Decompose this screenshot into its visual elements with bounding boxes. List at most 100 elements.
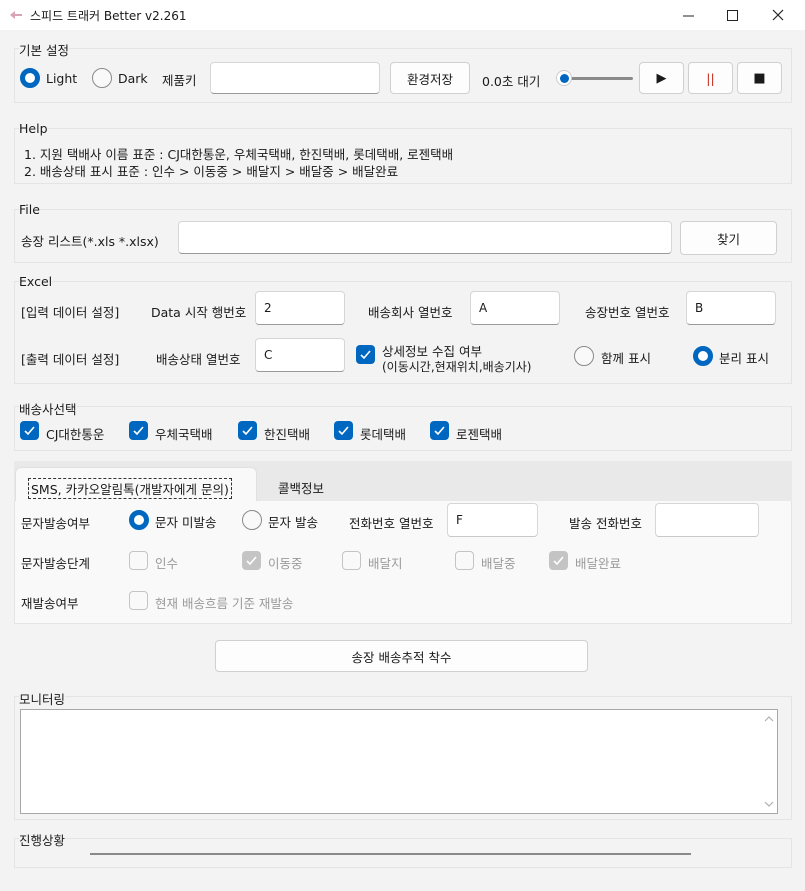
courier-label-epost: 우체국택배: [155, 427, 213, 442]
resend-checkbox[interactable]: [129, 591, 148, 610]
save-settings-button[interactable]: 환경저장: [390, 62, 470, 94]
stage-label-delivering: 배달중: [481, 556, 516, 571]
check-icon: [246, 556, 257, 566]
data-start-row-label: Data 시작 행번호: [151, 305, 247, 320]
stage-checkbox-branch[interactable]: [342, 551, 361, 570]
help-line-2: 2. 배송상태 표시 표준 : 인수 > 이동중 > 배달지 > 배달중 > 배…: [24, 164, 399, 179]
check-icon: [133, 426, 144, 436]
sms-stage-label: 문자발송단계: [21, 556, 91, 571]
show-together-radio[interactable]: [574, 346, 594, 366]
detail-collect-sublabel: (이동시간,현재위치,배송기사): [382, 360, 532, 374]
tab-sms-label: SMS, 카카오알림톡(개발자에게 문의): [28, 478, 232, 499]
dark-theme-radio[interactable]: [92, 68, 112, 88]
scroll-up-icon[interactable]: [763, 714, 775, 724]
minimize-icon: [682, 15, 694, 16]
light-theme-label: Light: [46, 71, 78, 86]
monitoring-label: 모니터링: [19, 689, 66, 708]
light-theme-radio[interactable]: [20, 68, 40, 88]
start-tracking-button[interactable]: 송장 배송추적 착수: [215, 640, 588, 672]
stage-label-delivered: 배달완료: [575, 556, 622, 571]
check-icon: [24, 426, 35, 436]
courier-label-logen: 로젠택배: [456, 427, 503, 442]
courier-checkbox-epost[interactable]: [129, 421, 148, 440]
stop-icon: ■: [753, 70, 766, 86]
stage-checkbox-transit[interactable]: [242, 551, 261, 570]
stage-checkbox-delivered[interactable]: [549, 551, 568, 570]
courier-label-cj: CJ대한통운: [46, 427, 105, 442]
scroll-down-icon[interactable]: [763, 799, 775, 809]
sender-phone-value: [664, 513, 750, 527]
excel-label: Excel: [19, 274, 53, 289]
show-separate-radio[interactable]: [693, 346, 713, 366]
wait-time-text: 0.0초 대기: [482, 74, 541, 89]
sms-send-radio[interactable]: [242, 510, 262, 530]
progress-bar: [90, 853, 691, 855]
invoice-column-input[interactable]: B: [686, 291, 776, 325]
courier-column-input[interactable]: A: [470, 291, 560, 325]
phone-column-input[interactable]: F: [447, 503, 538, 537]
input-data-setting-label: [입력 데이터 설정]: [21, 305, 120, 320]
stage-label-branch: 배달지: [368, 556, 403, 571]
sms-send-flag-label: 문자발송여부: [21, 516, 91, 531]
courier-select-label: 배송사선택: [19, 399, 77, 418]
check-icon: [434, 426, 445, 436]
check-icon: [553, 556, 564, 566]
title-bar: 스피드 트래커 Better v2.261: [0, 0, 805, 30]
stage-checkbox-pickup[interactable]: [129, 551, 148, 570]
status-column-input[interactable]: C: [255, 338, 345, 372]
dark-theme-label: Dark: [118, 71, 148, 86]
resend-option-label: 현재 배송흐름 기준 재발송: [155, 596, 294, 611]
show-separate-label: 분리 표시: [719, 351, 769, 366]
sender-phone-input[interactable]: [655, 503, 759, 537]
stage-label-transit: 이동중: [268, 556, 303, 571]
stage-checkbox-delivering[interactable]: [455, 551, 474, 570]
tab-sms[interactable]: SMS, 카카오알림톡(개발자에게 문의): [15, 467, 257, 501]
progress-label: 진행상황: [19, 830, 66, 849]
check-icon: [242, 426, 253, 436]
courier-checkbox-logen[interactable]: [430, 421, 449, 440]
courier-label-lotte: 롯데택배: [360, 427, 407, 442]
invoice-list-label: 송장 리스트(*.xls *.xlsx): [21, 234, 159, 249]
product-key-label: 제품키: [162, 73, 197, 88]
tab-callback[interactable]: 콜백정보: [262, 467, 352, 501]
sms-send-label: 문자 발송: [268, 515, 318, 530]
log-scrollbar[interactable]: [763, 712, 775, 811]
detail-collect-checkbox[interactable]: [356, 345, 375, 364]
courier-checkbox-lotte[interactable]: [334, 421, 353, 440]
basic-settings-label: 기본 설정: [19, 40, 69, 59]
find-file-button[interactable]: 찾기: [680, 221, 777, 255]
pause-button[interactable]: ||: [688, 62, 733, 94]
speed-slider-thumb[interactable]: [556, 70, 572, 86]
show-together-label: 함께 표시: [601, 351, 651, 366]
close-icon: [772, 9, 784, 21]
check-icon: [338, 426, 349, 436]
sms-not-send-radio[interactable]: [129, 510, 149, 530]
data-start-row-input[interactable]: 2: [255, 291, 345, 325]
courier-checkbox-hanjin[interactable]: [238, 421, 257, 440]
sender-phone-label: 발송 전화번호: [569, 516, 642, 531]
invoice-column-label: 송장번호 열번호: [585, 305, 670, 320]
maximize-button[interactable]: [709, 0, 755, 30]
phone-column-label: 전화번호 열번호: [349, 516, 434, 531]
stage-label-pickup: 인수: [155, 556, 179, 571]
minimize-button[interactable]: [665, 0, 711, 30]
resend-flag-label: 재발송여부: [21, 596, 79, 611]
monitoring-log-textarea[interactable]: [20, 709, 778, 814]
status-column-label: 배송상태 열번호: [156, 352, 241, 367]
close-button[interactable]: [755, 0, 801, 30]
maximize-icon: [726, 9, 738, 21]
stop-button[interactable]: ■: [737, 62, 782, 94]
courier-label-hanjin: 한진택배: [264, 427, 311, 442]
product-key-input[interactable]: [210, 62, 380, 94]
play-button[interactable]: ▶: [639, 62, 684, 94]
play-icon: ▶: [656, 70, 667, 86]
window-title: 스피드 트래커 Better v2.261: [30, 9, 187, 23]
help-label: Help: [19, 121, 48, 136]
invoice-file-path-input[interactable]: [178, 221, 672, 254]
app-icon: [10, 11, 22, 19]
courier-column-label: 배송회사 열번호: [368, 305, 453, 320]
file-label: File: [19, 202, 40, 217]
check-icon: [360, 350, 371, 360]
sms-not-send-label: 문자 미발송: [155, 515, 217, 530]
courier-checkbox-cj[interactable]: [20, 421, 39, 440]
